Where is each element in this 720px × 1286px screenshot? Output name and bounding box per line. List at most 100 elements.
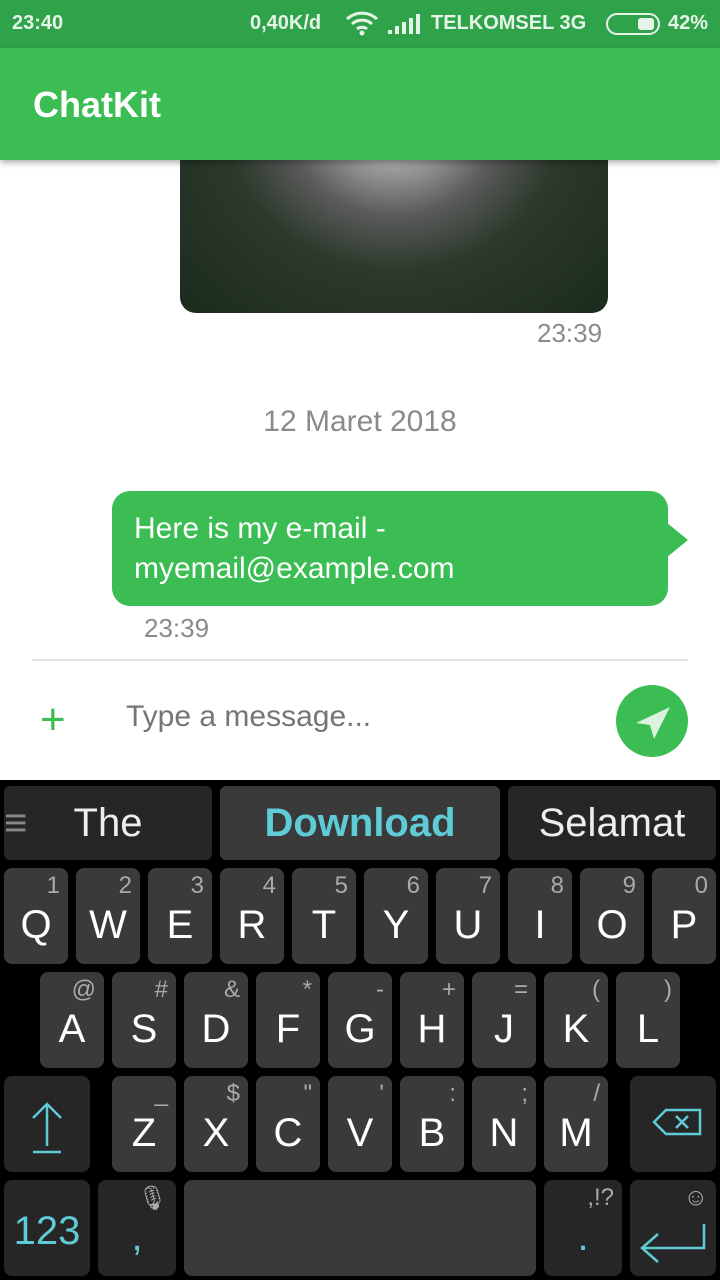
key-label: Y <box>382 903 410 947</box>
key-w[interactable]: 2W <box>76 868 140 964</box>
key-hint: ( <box>592 976 600 1003</box>
key-hint: 7 <box>478 872 492 899</box>
app-bar: ChatKit <box>0 48 720 160</box>
network-speed: 0,40K/d <box>250 12 322 34</box>
send-button[interactable] <box>616 685 688 757</box>
app-title: ChatKit <box>33 84 161 125</box>
suggestion-2[interactable]: Download <box>220 786 500 860</box>
wifi-icon <box>345 10 379 42</box>
key-s[interactable]: # S <box>112 972 176 1068</box>
message-time: 23:39 <box>144 613 210 643</box>
key-hint: 2 <box>118 872 132 899</box>
key-hint: _ <box>154 1080 168 1107</box>
key-hint: : <box>449 1080 456 1107</box>
key-u[interactable]: 7U <box>436 868 500 964</box>
key-hint: # <box>154 976 168 1003</box>
key-hint: / <box>593 1080 600 1107</box>
key-p[interactable]: 0P <box>652 868 716 964</box>
key-d[interactable]: & D <box>184 972 248 1068</box>
key-label: O <box>596 903 628 947</box>
outgoing-message-bubble[interactable]: Here is my e-mail - myemail@example.com <box>112 491 668 606</box>
key-hint: 5 <box>334 872 348 899</box>
key-label: N <box>489 1111 519 1155</box>
microphone-icon: 🎙 <box>137 1185 168 1212</box>
key-t[interactable]: 5T <box>292 868 356 964</box>
message-input[interactable] <box>126 700 596 734</box>
key-label: I <box>534 903 546 947</box>
suggestion-3[interactable]: Selamat <box>508 786 716 860</box>
key-hint: * <box>302 976 312 1003</box>
key-n[interactable]: ; N <box>472 1076 536 1172</box>
key-label: R <box>237 903 267 947</box>
emoji-icon: ☺ <box>683 1184 708 1211</box>
signal-icon <box>388 14 420 40</box>
key-f[interactable]: * F <box>256 972 320 1068</box>
key-z[interactable]: _ Z <box>112 1076 176 1172</box>
add-attachment-button[interactable]: + <box>40 695 66 745</box>
carrier: TELKOMSEL 3G <box>431 12 587 34</box>
key-label: H <box>417 1007 447 1051</box>
key-label: C <box>273 1111 303 1155</box>
send-icon <box>636 707 670 739</box>
key-hint: $ <box>226 1080 240 1107</box>
status-bar: 23:40 0,40K/d TELKOMSEL 3G 42% <box>0 0 720 48</box>
key-label: V <box>346 1111 374 1155</box>
key-hint: " <box>303 1080 312 1107</box>
battery-level: 42% <box>668 12 709 34</box>
key-a[interactable]: @ A <box>40 972 104 1068</box>
divider <box>32 659 688 661</box>
key-x[interactable]: $ X <box>184 1076 248 1172</box>
backspace-key[interactable] <box>630 1076 716 1172</box>
image-message-time: 23:39 <box>537 318 603 348</box>
key-m[interactable]: / M <box>544 1076 608 1172</box>
numbers-key[interactable]: 123 <box>4 1180 90 1276</box>
key-g[interactable]: -G <box>328 972 392 1068</box>
key-label: B <box>418 1111 446 1155</box>
comma-key[interactable]: 🎙, <box>98 1180 176 1276</box>
shift-icon <box>32 1102 62 1154</box>
keyboard: ≡ The Download Selamat 1Q2W3E4R5T6Y7U8I9O… <box>0 780 720 1280</box>
key-h[interactable]: + H <box>400 972 464 1068</box>
key-hint: ' <box>379 1080 384 1107</box>
key-hint: 0 <box>694 872 708 899</box>
key-label: L <box>636 1007 660 1051</box>
key-label: F <box>275 1007 301 1051</box>
key-label: K <box>562 1007 590 1051</box>
key-e[interactable]: 3E <box>148 868 212 964</box>
key-i[interactable]: 8I <box>508 868 572 964</box>
key-hint: ) <box>664 976 672 1003</box>
key-hint: 4 <box>262 872 276 899</box>
key-l[interactable]: ) L <box>616 972 680 1068</box>
period-key[interactable]: ,!?. <box>544 1180 622 1276</box>
enter-key[interactable]: ☺ <box>630 1180 716 1276</box>
key-b[interactable]: :B <box>400 1076 464 1172</box>
key-y[interactable]: 6Y <box>364 868 428 964</box>
key-hint: = <box>513 976 528 1003</box>
key-label: Q <box>20 903 52 947</box>
key-label: X <box>202 1111 230 1155</box>
menu-icon[interactable]: ≡ <box>4 786 27 860</box>
key-label: E <box>166 903 194 947</box>
bubble-tail <box>666 522 688 558</box>
space-key[interactable] <box>184 1180 536 1276</box>
key-label: Z <box>131 1111 157 1155</box>
key-k[interactable]: (K <box>544 972 608 1068</box>
key-v[interactable]: ' V <box>328 1076 392 1172</box>
key-hint: 9 <box>622 872 636 899</box>
key-o[interactable]: 9O <box>580 868 644 964</box>
shift-key[interactable] <box>4 1076 90 1172</box>
suggestion-1[interactable]: ≡ The <box>4 786 212 860</box>
backspace-icon <box>652 1108 702 1136</box>
key-label: U <box>453 903 483 947</box>
key-label: D <box>201 1007 231 1051</box>
key-label: J <box>494 1007 514 1051</box>
key-c[interactable]: " C <box>256 1076 320 1172</box>
key-label: T <box>311 903 337 947</box>
key-j[interactable]: = J <box>472 972 536 1068</box>
key-q[interactable]: 1Q <box>4 868 68 964</box>
key-hint: @ <box>71 976 96 1003</box>
key-r[interactable]: 4R <box>220 868 284 964</box>
key-hint: 3 <box>190 872 204 899</box>
key-hint: 8 <box>550 872 564 899</box>
date-header: 12 Maret 2018 <box>263 405 457 438</box>
